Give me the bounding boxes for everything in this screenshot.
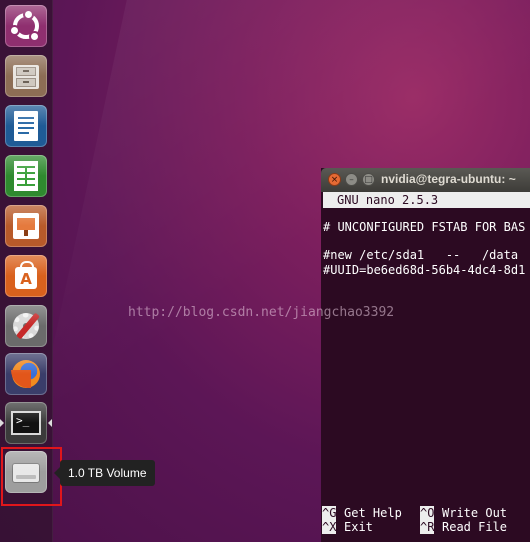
launcher-item-terminal[interactable]: >_ xyxy=(5,402,47,444)
launcher-item-impress[interactable] xyxy=(5,205,47,247)
terminal-icon: >_ xyxy=(11,411,41,435)
file-cabinet-icon xyxy=(13,65,39,89)
shortcut-label: Exit xyxy=(344,520,373,534)
launcher-item-firefox[interactable] xyxy=(5,353,47,395)
file-line: #new /etc/sda1 -- /data xyxy=(323,248,519,262)
nano-header: GNU nano 2.5.3 xyxy=(323,192,530,208)
shortcut-label: Read File xyxy=(442,520,508,534)
writer-document-icon xyxy=(14,111,38,141)
launcher-item-files[interactable] xyxy=(5,55,47,97)
minimize-button[interactable]: – xyxy=(345,173,358,186)
launcher-tooltip: 1.0 TB Volume xyxy=(54,460,155,486)
launcher-item-software[interactable]: A xyxy=(5,255,47,297)
shopping-bag-icon: A xyxy=(15,261,37,289)
highlight-box xyxy=(1,447,62,506)
shortcut-key: ^R xyxy=(420,520,435,534)
spreadsheet-icon xyxy=(14,161,38,191)
maximize-button[interactable]: □ xyxy=(362,173,375,186)
shortcut-key: ^X xyxy=(322,520,337,534)
nano-version: GNU nano 2.5.3 xyxy=(337,193,439,207)
shortcut-label: Write Out xyxy=(442,506,508,520)
focused-indicator xyxy=(48,419,52,427)
shortcut-key: ^G xyxy=(322,506,337,520)
presentation-icon xyxy=(13,213,39,239)
running-indicator xyxy=(0,419,4,427)
terminal-window[interactable]: × – □ nvidia@tegra-ubuntu: ~ GNU nano 2.… xyxy=(321,168,530,542)
launcher-item-calc[interactable] xyxy=(5,155,47,197)
window-title: nvidia@tegra-ubuntu: ~ xyxy=(381,172,516,186)
watermark: http://blog.csdn.net/jiangchao3392 xyxy=(128,305,395,320)
firefox-icon xyxy=(11,360,40,388)
shortcut-key: ^O xyxy=(420,506,435,520)
launcher-item-settings[interactable] xyxy=(5,305,47,347)
window-titlebar[interactable]: × – □ nvidia@tegra-ubuntu: ~ xyxy=(321,168,530,192)
ubuntu-dash-icon xyxy=(9,9,40,42)
file-line: #UUID=be6ed68d-56b4-4dc4-8d1 xyxy=(323,263,526,277)
close-button[interactable]: × xyxy=(328,173,341,186)
file-line: # UNCONFIGURED FSTAB FOR BAS xyxy=(323,220,526,234)
shortcut-label: Get Help xyxy=(344,506,402,520)
launcher-item-writer[interactable] xyxy=(5,105,47,147)
launcher-item-dash[interactable] xyxy=(5,5,47,47)
